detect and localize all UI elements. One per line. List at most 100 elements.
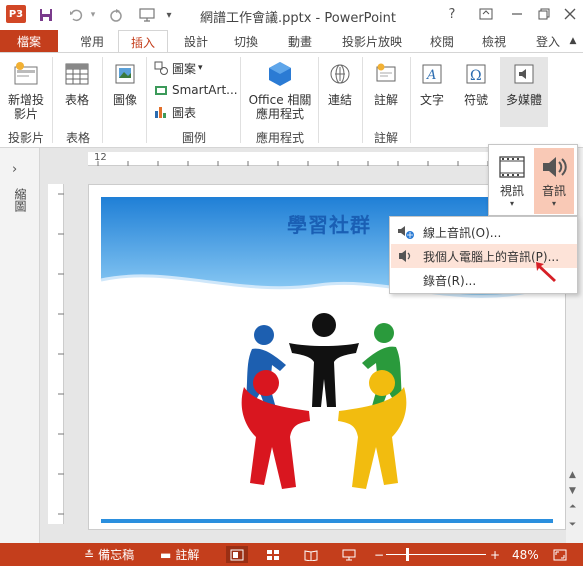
new-slide-label: 新增投 影片 (7, 93, 44, 121)
video-dropdown-icon: ▾ (509, 199, 514, 208)
tab-slideshow[interactable]: 投影片放映 (334, 30, 410, 52)
title-bar: P3 ▾ ▾ 網譜工作會議.pptx - PowerPoint ? (0, 0, 583, 30)
redo-icon[interactable] (106, 5, 126, 25)
film-icon (497, 152, 527, 182)
previous-slide-icon[interactable]: ⏶ (569, 502, 576, 512)
group-illustrations-label: 圖例 (182, 131, 207, 145)
help-button[interactable]: ? (440, 4, 464, 24)
comment-button[interactable]: 註解 (368, 59, 404, 107)
tab-design[interactable]: 設計 (178, 30, 214, 52)
zoom-in-button[interactable]: + (490, 546, 500, 563)
zoom-level[interactable]: 48% (512, 546, 539, 563)
comments-button[interactable]: ▬ 註解 (160, 546, 199, 563)
images-button[interactable]: 圖像 (108, 59, 142, 107)
audio-label: 音訊 (541, 184, 566, 198)
svg-text:A: A (426, 68, 436, 83)
zoom-slider[interactable] (386, 546, 486, 563)
audio-button[interactable]: 音訊 ▾ (534, 148, 574, 214)
vertical-ruler (48, 184, 64, 524)
group-slides-label: 投影片 (8, 131, 45, 145)
symbols-button[interactable]: Ω 符號 (458, 59, 494, 107)
picture-icon (110, 59, 140, 89)
expand-pane-icon[interactable]: › (12, 162, 17, 177)
chart-button[interactable]: 圖表 (154, 103, 196, 121)
close-icon[interactable] (558, 4, 582, 24)
restore-icon[interactable] (532, 4, 556, 24)
text-box-icon: A (417, 59, 447, 89)
tab-file[interactable]: 檔案 (0, 30, 58, 52)
undo-icon[interactable] (66, 5, 86, 25)
tab-animations[interactable]: 動畫 (282, 30, 318, 52)
ribbon-tabs: 檔案 常用 插入 設計 切換 動畫 投影片放映 校閱 檢視 登入 ▲ (0, 30, 583, 54)
notes-button[interactable]: ≛ 備忘稿 (84, 546, 134, 563)
customize-qat-icon[interactable]: ▾ (162, 5, 176, 25)
svg-text:Ω: Ω (470, 68, 482, 84)
new-slide-icon (11, 59, 41, 89)
start-from-beginning-icon[interactable] (136, 5, 158, 25)
group-separator (318, 57, 319, 143)
group-comments-label: 註解 (374, 131, 399, 145)
slideshow-button[interactable] (342, 546, 356, 563)
online-audio-icon (397, 224, 415, 240)
next-slide-icon[interactable]: ⏷ (569, 520, 576, 530)
notes-icon: ≛ (84, 547, 95, 562)
group-separator (410, 57, 411, 143)
media-label: 多媒體 (505, 93, 542, 107)
sign-in-link[interactable]: 登入 (530, 30, 566, 52)
office-apps-label: Office 相關 應用程式 (248, 93, 312, 121)
tab-review[interactable]: 校閱 (424, 30, 460, 52)
slide-sorter-button[interactable] (266, 546, 280, 563)
group-separator (362, 57, 363, 143)
tab-home[interactable]: 常用 (74, 30, 110, 52)
save-icon[interactable] (36, 5, 56, 25)
minimize-icon[interactable] (505, 4, 529, 24)
smartart-button[interactable]: SmartArt... (154, 81, 238, 99)
media-button[interactable]: 多媒體 (500, 57, 548, 127)
shapes-dropdown-icon: ▾ (198, 63, 203, 73)
links-label: 連結 (327, 93, 352, 107)
fit-slide-button[interactable] (552, 546, 568, 563)
online-audio-item[interactable]: 線上音訊(O)... (391, 220, 577, 244)
zoom-out-button[interactable]: − (374, 546, 384, 563)
table-icon (62, 59, 92, 89)
community-clipart[interactable] (234, 307, 414, 497)
images-label: 圖像 (112, 93, 137, 107)
chart-label: 圖表 (172, 105, 197, 120)
tab-transitions[interactable]: 切換 (228, 30, 264, 52)
smartart-icon (154, 83, 168, 97)
slide-title[interactable]: 學習社群 (269, 209, 389, 238)
text-button[interactable]: A 文字 (414, 59, 450, 107)
comment-icon (371, 59, 401, 89)
window-title: 網譜工作會議.pptx - PowerPoint (200, 11, 396, 26)
zoom-slider-thumb[interactable] (406, 548, 409, 561)
ribbon-display-options-icon[interactable] (474, 4, 498, 24)
shapes-label: 圖案 (172, 61, 197, 76)
normal-view-button[interactable] (226, 546, 248, 563)
shapes-button[interactable]: 圖案 ▾ (154, 59, 203, 77)
tab-insert[interactable]: 插入 (118, 30, 168, 54)
comments-icon: ▬ (160, 547, 172, 562)
scroll-tabs-icon[interactable]: ▲ (566, 30, 580, 52)
scroll-down-icon[interactable]: ▼ (569, 486, 576, 496)
online-audio-label: 線上音訊(O)... (423, 225, 502, 240)
new-slide-button[interactable]: 新增投 影片 (4, 59, 48, 121)
group-separator (240, 57, 241, 143)
tab-view[interactable]: 檢視 (476, 30, 512, 52)
office-apps-button[interactable]: Office 相關 應用程式 (246, 59, 314, 121)
video-button[interactable]: 視訊 ▾ (492, 148, 532, 214)
scroll-up-icon[interactable]: ▲ (569, 470, 576, 480)
media-dropdown-panel: 視訊 ▾ 音訊 ▾ (488, 144, 578, 216)
audio-dropdown-icon: ▾ (551, 199, 556, 208)
text-label: 文字 (419, 93, 444, 107)
group-apps-label: 應用程式 (256, 131, 305, 145)
reading-view-button[interactable] (304, 546, 318, 563)
shapes-icon (154, 61, 168, 75)
group-tables-label: 表格 (66, 131, 91, 145)
comments-label: 註解 (175, 548, 200, 562)
powerpoint-app-icon[interactable]: P3 (6, 5, 26, 23)
undo-dropdown-icon[interactable]: ▾ (88, 5, 98, 25)
links-button[interactable]: 連結 (322, 59, 358, 107)
link-icon (325, 59, 355, 89)
table-button[interactable]: 表格 (58, 59, 96, 107)
table-label: 表格 (64, 93, 89, 107)
